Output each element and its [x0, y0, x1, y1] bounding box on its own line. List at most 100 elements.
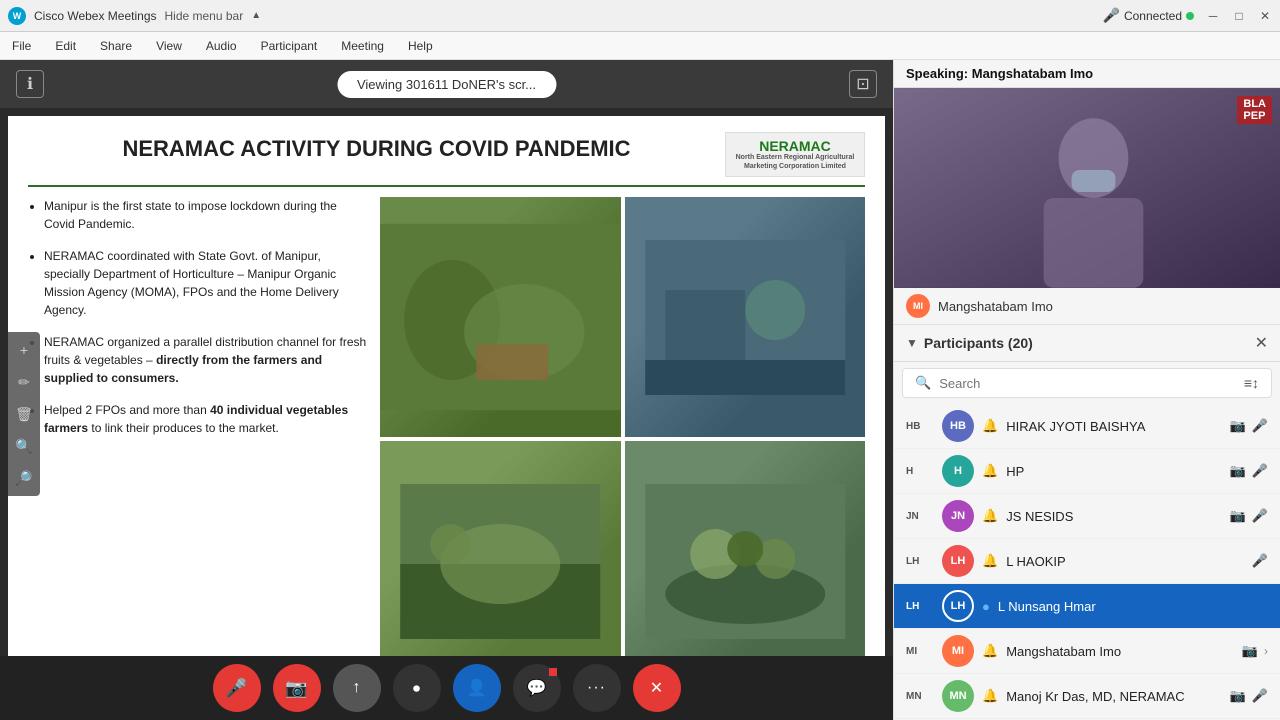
connection-status: 🎤 Connected	[1103, 7, 1194, 24]
participant-mute-icon-hb[interactable]: 🎤	[1252, 418, 1268, 434]
presentation-panel: ℹ Viewing 301611 DoNER's scr... ⊡ NERAMA…	[0, 60, 893, 720]
participant-video-icon-jn[interactable]: 📷	[1230, 508, 1246, 524]
sort-icon[interactable]: ≡↕	[1244, 375, 1259, 391]
participant-name-mn: Manoj Kr Das, MD, NERAMAC	[1006, 689, 1221, 704]
speaker-avatar-small: MI	[906, 294, 930, 318]
participant-avatar-h: H	[942, 455, 974, 487]
participant-initials-lh: LH	[906, 556, 934, 567]
speaking-label: Speaking:	[906, 66, 968, 81]
search-input[interactable]	[939, 376, 1236, 391]
participant-mute-icon-h[interactable]: 🎤	[1252, 463, 1268, 479]
participant-controls-mn: 📷 🎤	[1230, 688, 1268, 704]
participant-initials-ln: LH	[906, 601, 934, 612]
left-tools: + ✏ 🗑 🔍 🔎	[8, 332, 40, 496]
slide-area: NERAMAC ACTIVITY DURING COVID PANDEMIC N…	[8, 116, 885, 712]
participant-video-icon-mn[interactable]: 📷	[1230, 688, 1246, 704]
participant-video-icon-mi[interactable]: 📷	[1242, 643, 1258, 659]
participants-title[interactable]: ▼ Participants (20)	[906, 335, 1033, 351]
menu-meeting[interactable]: Meeting	[337, 37, 388, 55]
main-area: ℹ Viewing 301611 DoNER's scr... ⊡ NERAMA…	[0, 60, 1280, 720]
menu-edit[interactable]: Edit	[51, 37, 80, 55]
participants-header: ▼ Participants (20) ✕	[894, 325, 1280, 362]
participants-count-label: Participants (20)	[924, 335, 1033, 351]
viewing-label: Viewing 301611 DoNER's scr...	[337, 71, 556, 98]
slide-image-2	[625, 197, 866, 437]
bullet-2: NERAMAC coordinated with State Govt. of …	[44, 247, 368, 319]
hide-menu-bar-btn[interactable]: Hide menu bar	[165, 9, 244, 23]
participant-avatar-hb: HB	[942, 410, 974, 442]
participant-mic-mi: 🔔	[982, 643, 998, 659]
menu-audio[interactable]: Audio	[202, 37, 241, 55]
participant-mute-icon-jn[interactable]: 🎤	[1252, 508, 1268, 524]
mute-button[interactable]: 🎤	[213, 664, 261, 712]
participant-name-mi: Mangshatabam Imo	[1006, 644, 1234, 659]
participant-controls-jn: 📷 🎤	[1230, 508, 1268, 524]
participant-name-h: HP	[1006, 464, 1221, 479]
annotation-icon[interactable]: ✏	[12, 370, 36, 394]
end-call-button[interactable]: ✕	[633, 664, 681, 712]
slide-images	[380, 197, 865, 681]
more-button[interactable]: ···	[573, 664, 621, 712]
video-button[interactable]: 📷	[273, 664, 321, 712]
neramac-logo: NERAMAC North Eastern Regional Agricultu…	[725, 132, 865, 177]
zoom-out-icon[interactable]: 🔎	[12, 466, 36, 490]
participant-row: H H 🔔 HP 📷 🎤	[894, 449, 1280, 494]
bullet-1: Manipur is the first state to impose loc…	[44, 197, 368, 233]
participant-controls-hb: 📷 🎤	[1230, 418, 1268, 434]
info-icon[interactable]: ℹ	[16, 70, 44, 98]
slide-image-1	[380, 197, 621, 437]
title-bar-left: W Cisco Webex Meetings Hide menu bar ▲	[8, 7, 261, 25]
participant-controls-h: 📷 🎤	[1230, 463, 1268, 479]
participant-row: LH LH 🔔 L HAOKIP 🎤	[894, 539, 1280, 584]
viewing-bar: ℹ Viewing 301611 DoNER's scr... ⊡	[0, 60, 893, 108]
participant-list: HB HB 🔔 HIRAK JYOTI BAISHYA 📷 🎤 H H 🔔 HP…	[894, 404, 1280, 720]
menu-help[interactable]: Help	[404, 37, 437, 55]
participant-avatar-jn: JN	[942, 500, 974, 532]
fit-screen-icon[interactable]: ⊡	[849, 70, 877, 98]
participant-controls-mi: 📷 ›	[1242, 643, 1268, 659]
hide-menu-chevron-icon[interactable]: ▲	[251, 10, 261, 21]
bottom-toolbar: 🎤 📷 ↑ ⏺ 👤 💬 ··· ✕	[0, 656, 893, 720]
minimize-button[interactable]: ─	[1206, 9, 1220, 23]
menu-share[interactable]: Share	[96, 37, 136, 55]
participant-row: HB HB 🔔 HIRAK JYOTI BAISHYA 📷 🎤	[894, 404, 1280, 449]
participant-avatar-mn: MN	[942, 680, 974, 712]
chat-button[interactable]: 💬	[513, 664, 561, 712]
participant-mute-icon-lh[interactable]: 🎤	[1252, 553, 1268, 569]
slide-header: NERAMAC ACTIVITY DURING COVID PANDEMIC N…	[28, 132, 865, 177]
maximize-button[interactable]: □	[1232, 9, 1246, 23]
participant-more-mi[interactable]: ›	[1264, 644, 1268, 658]
participants-close-button[interactable]: ✕	[1255, 333, 1268, 353]
participant-initials-mn: MN	[906, 691, 934, 702]
participant-initials-hb: HB	[906, 421, 934, 432]
zoom-in-icon[interactable]: +	[12, 338, 36, 362]
participant-mic-h: 🔔	[982, 463, 998, 479]
close-button[interactable]: ✕	[1258, 9, 1272, 23]
slide-body: Manipur is the first state to impose loc…	[28, 197, 865, 681]
participant-mute-icon-mn[interactable]: 🎤	[1252, 688, 1268, 704]
participant-name-bar: MI Mangshatabam Imo	[894, 288, 1280, 325]
delete-icon[interactable]: 🗑	[12, 402, 36, 426]
search-icon: 🔍	[915, 375, 931, 391]
participant-avatar-lh: LH	[942, 545, 974, 577]
participant-row: MI MI 🔔 Mangshatabam Imo 📷 ›	[894, 629, 1280, 674]
participant-name-lh: L HAOKIP	[1006, 554, 1244, 569]
menu-view[interactable]: View	[152, 37, 186, 55]
zoom-icon[interactable]: 🔍	[12, 434, 36, 458]
participant-name-jn: JS NESIDS	[1006, 509, 1221, 524]
slide-image-3	[380, 441, 621, 681]
title-bar-right: 🎤 Connected ─ □ ✕	[1103, 7, 1272, 24]
participant-video-icon-hb[interactable]: 📷	[1230, 418, 1246, 434]
menu-participant[interactable]: Participant	[257, 37, 322, 55]
share-button[interactable]: ↑	[333, 664, 381, 712]
menu-file[interactable]: File	[8, 37, 35, 55]
right-panel: Speaking: Mangshatabam Imo	[893, 60, 1280, 720]
speaker-video: BLAPEP	[894, 88, 1280, 288]
title-bar: W Cisco Webex Meetings Hide menu bar ▲ 🎤…	[0, 0, 1280, 32]
participant-controls-lh: 🎤	[1252, 553, 1268, 569]
participants-button[interactable]: 👤	[453, 664, 501, 712]
connection-label: Connected	[1124, 9, 1182, 23]
record-button[interactable]: ⏺	[393, 664, 441, 712]
neramac-logo-subtext: North Eastern Regional Agricultural Mark…	[726, 154, 864, 171]
participant-video-icon-h[interactable]: 📷	[1230, 463, 1246, 479]
